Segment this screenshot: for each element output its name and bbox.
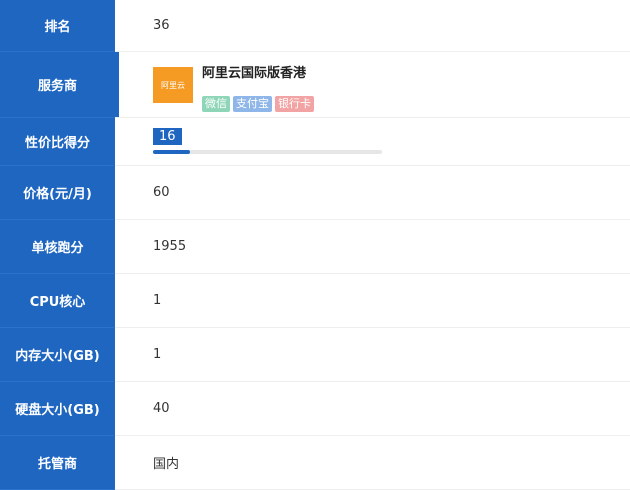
row-memory: 内存大小(GB) 1 bbox=[0, 328, 630, 382]
memory-value: 1 bbox=[115, 328, 630, 382]
single-core-value: 1955 bbox=[115, 220, 630, 274]
provider-logo[interactable]: 阿里云 bbox=[153, 67, 193, 103]
value-score-label: 性价比得分 bbox=[0, 118, 115, 166]
price-value: 60 bbox=[115, 166, 630, 220]
row-disk: 硬盘大小(GB) 40 bbox=[0, 382, 630, 436]
hosting-label: 托管商 bbox=[0, 436, 115, 490]
row-value-score: 性价比得分 16 bbox=[0, 118, 630, 166]
score-progress-track bbox=[153, 150, 382, 154]
payment-tags: 微信 支付宝 银行卡 bbox=[202, 96, 314, 112]
provider-detail-table: 排名 36 服务商 阿里云 阿里云国际版香港 微信 支付宝 银行卡 性价比得分 … bbox=[0, 0, 630, 490]
provider-logo-text: 阿里云 bbox=[161, 80, 185, 90]
price-label: 价格(元/月) bbox=[0, 166, 115, 220]
single-core-label: 单核跑分 bbox=[0, 220, 115, 274]
disk-value: 40 bbox=[115, 382, 630, 436]
row-single-core: 单核跑分 1955 bbox=[0, 220, 630, 274]
tag-alipay: 支付宝 bbox=[233, 96, 272, 112]
row-cpu: CPU核心 1 bbox=[0, 274, 630, 328]
value-score-value: 16 bbox=[115, 118, 630, 166]
provider-name-link[interactable]: 阿里云国际版香港 bbox=[202, 62, 306, 81]
rank-label: 排名 bbox=[0, 0, 115, 52]
cpu-label: CPU核心 bbox=[0, 274, 115, 328]
row-price: 价格(元/月) 60 bbox=[0, 166, 630, 220]
rank-value: 36 bbox=[115, 0, 630, 52]
row-hosting: 托管商 国内 bbox=[0, 436, 630, 490]
row-rank: 排名 36 bbox=[0, 0, 630, 52]
score-progress-fill bbox=[153, 150, 190, 154]
score-badge: 16 bbox=[153, 128, 182, 145]
provider-value[interactable]: 阿里云 阿里云国际版香港 微信 支付宝 银行卡 bbox=[115, 52, 630, 118]
provider-label: 服务商 bbox=[0, 52, 119, 118]
tag-bank-card: 银行卡 bbox=[275, 96, 314, 112]
cpu-value: 1 bbox=[115, 274, 630, 328]
disk-label: 硬盘大小(GB) bbox=[0, 382, 115, 436]
row-provider: 服务商 阿里云 阿里云国际版香港 微信 支付宝 银行卡 bbox=[0, 52, 630, 118]
memory-label: 内存大小(GB) bbox=[0, 328, 115, 382]
hosting-value: 国内 bbox=[115, 436, 630, 490]
score-indicator: 16 bbox=[153, 128, 382, 154]
tag-wechat: 微信 bbox=[202, 96, 230, 112]
